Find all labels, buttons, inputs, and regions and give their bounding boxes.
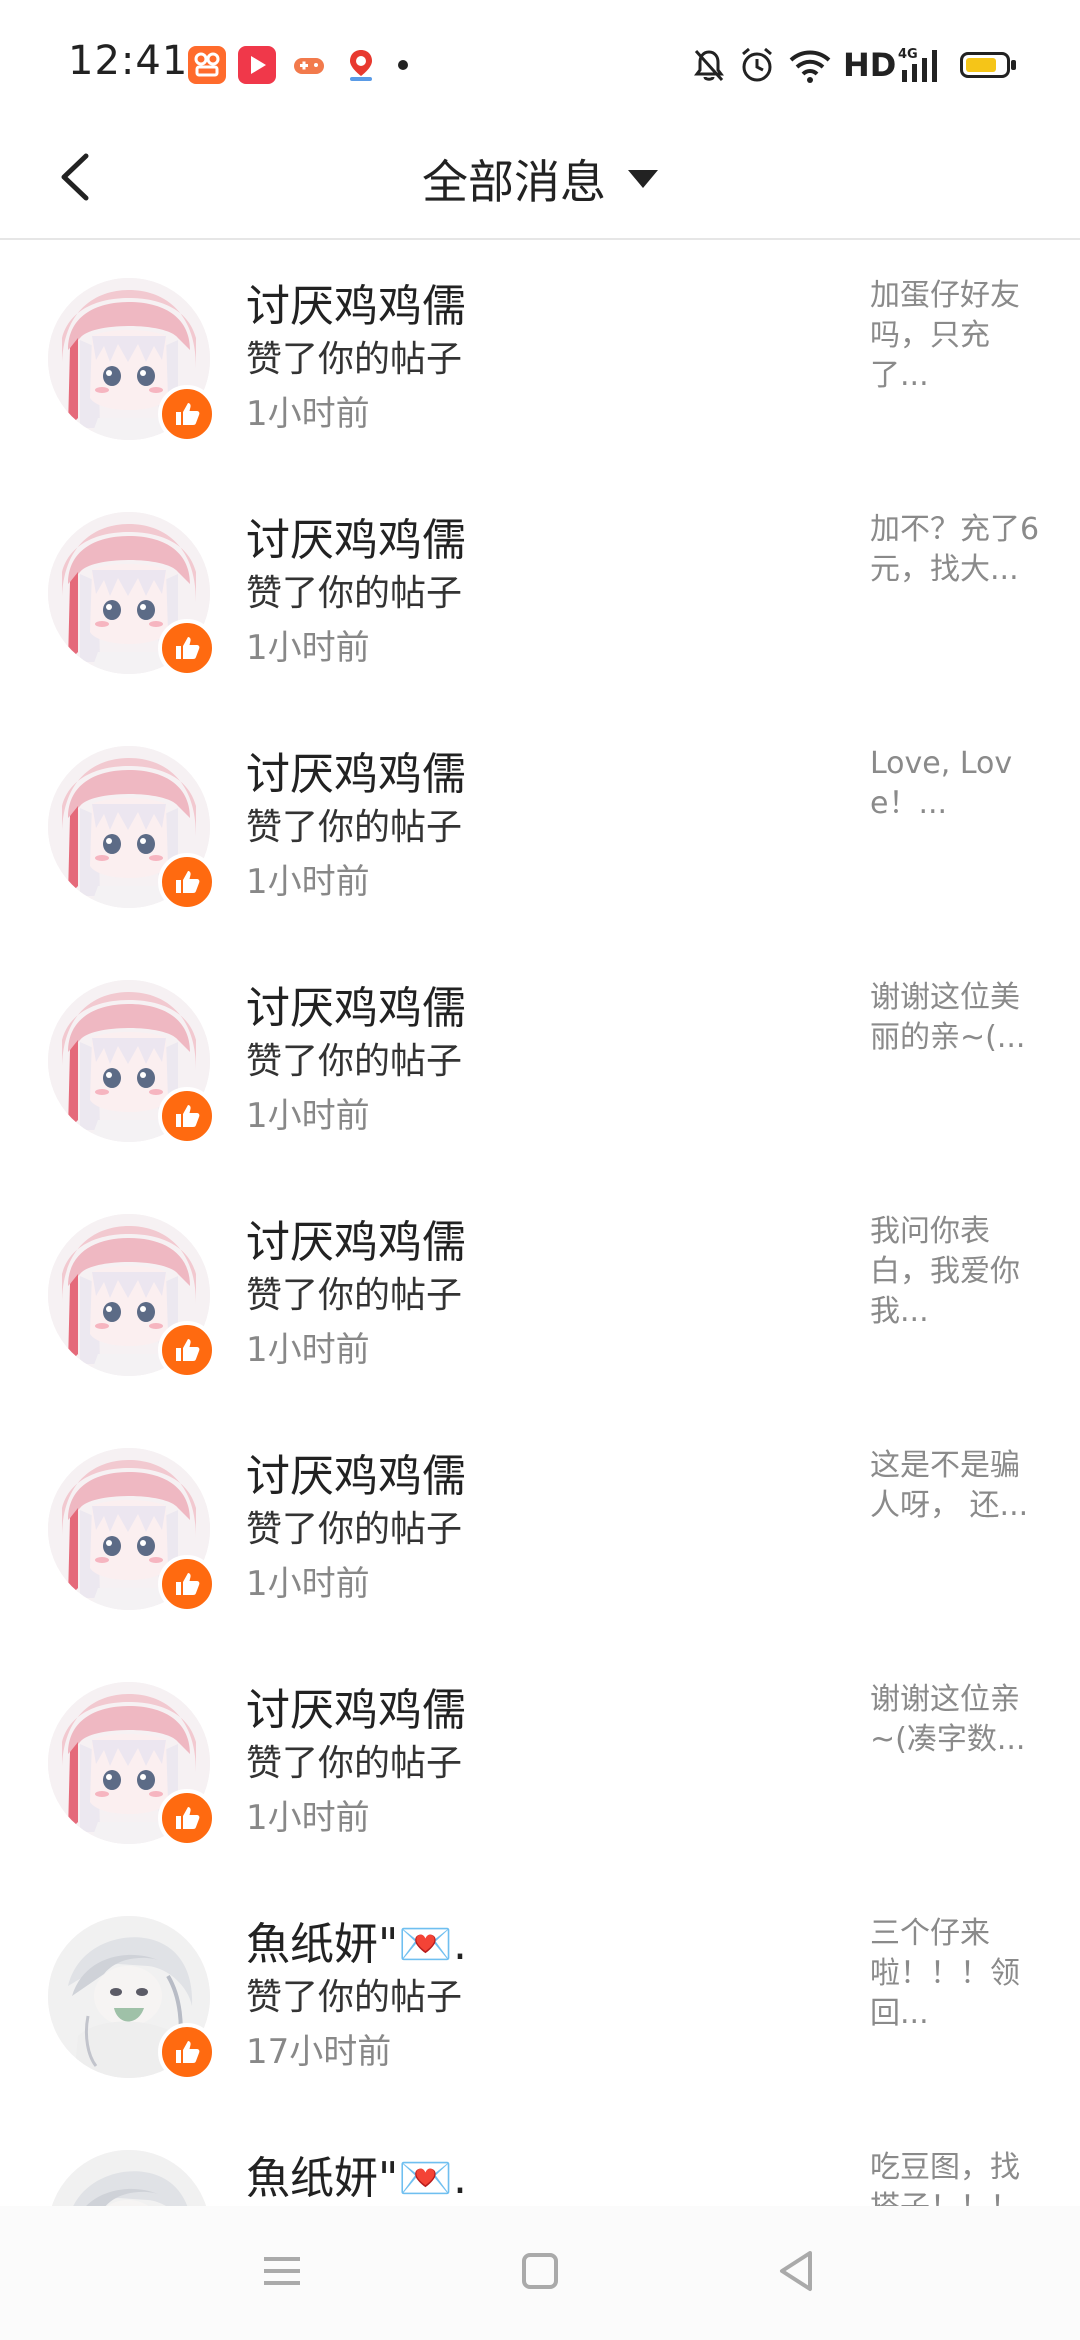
- svg-text:4G: 4G: [898, 47, 918, 62]
- sender-name: 讨厌鸡鸡儒: [246, 515, 466, 566]
- thumbs-up-icon: [158, 1087, 216, 1145]
- timestamp: 1小时前: [246, 862, 370, 902]
- thumbs-up-icon: [158, 619, 216, 677]
- sender-name: 讨厌鸡鸡儒: [246, 281, 466, 332]
- thumbs-up-icon: [158, 1321, 216, 1379]
- home-button[interactable]: [510, 2241, 570, 2301]
- menu-button[interactable]: [252, 2241, 312, 2301]
- post-preview[interactable]: 这是不是骗人呀， 还...: [870, 1446, 1040, 1526]
- thumbs-up-icon: [158, 1555, 216, 1613]
- timestamp: 17小时前: [246, 2032, 392, 2072]
- timestamp: 1小时前: [246, 394, 370, 434]
- game-icon: [290, 46, 328, 84]
- battery-icon: [960, 52, 1016, 78]
- thumbs-up-icon: [158, 385, 216, 443]
- top-bar: 全部消息: [0, 120, 1080, 240]
- system-nav-bar: [0, 2206, 1080, 2340]
- action-text: 赞了你的帖子: [246, 339, 463, 380]
- sender-name: 讨厌鸡鸡儒: [246, 749, 466, 800]
- action-text: 赞了你的帖子: [246, 573, 463, 614]
- action-text: 赞了你的帖子: [246, 1743, 463, 1784]
- avatar[interactable]: [48, 2150, 210, 2206]
- list-item[interactable]: 讨厌鸡鸡儒 赞了你的帖子 1小时前 Love, Love！...: [0, 708, 1080, 942]
- list-item[interactable]: 讨厌鸡鸡儒 赞了你的帖子 1小时前 加蛋仔好友吗，只充了...: [0, 240, 1080, 474]
- page-title: 全部消息: [422, 155, 606, 209]
- timestamp: 1小时前: [246, 628, 370, 668]
- video-app-icon: [238, 46, 276, 84]
- timestamp: 1小时前: [246, 1330, 370, 1370]
- alarm-icon: [738, 46, 776, 86]
- sender-name: 讨厌鸡鸡儒: [246, 1685, 466, 1736]
- list-item[interactable]: 讨厌鸡鸡儒 赞了你的帖子 1小时前 我问你表白，我爱你我...: [0, 1176, 1080, 1410]
- post-preview[interactable]: 谢谢这位亲~(凑字数...: [870, 1680, 1040, 1760]
- dot-icon: [398, 60, 408, 70]
- post-preview[interactable]: 谢谢这位美丽的亲~(...: [870, 978, 1040, 1058]
- caret-down-icon: [628, 170, 658, 188]
- signal-icon: 4G: [896, 46, 946, 86]
- post-preview[interactable]: 三个仔来啦！！！领回...: [870, 1914, 1040, 2034]
- bell-off-icon: [692, 46, 726, 86]
- list-item[interactable]: 讨厌鸡鸡儒 赞了你的帖子 1小时前 这是不是骗人呀， 还...: [0, 1410, 1080, 1644]
- status-bar: 12:41 HD 4G: [0, 0, 1080, 120]
- action-text: 赞了你的帖子: [246, 1041, 463, 1082]
- list-item[interactable]: 讨厌鸡鸡儒 赞了你的帖子 1小时前 加不？充了6元，找大...: [0, 474, 1080, 708]
- post-preview[interactable]: 加不？充了6元，找大...: [870, 510, 1040, 590]
- sender-name: 魚纸妍"💌.: [246, 2153, 468, 2204]
- post-preview[interactable]: Love, Love！...: [870, 744, 1040, 824]
- sender-name: 魚纸妍"💌.: [246, 1919, 468, 1970]
- thumbs-up-icon: [158, 2023, 216, 2081]
- list-item[interactable]: 魚纸妍"💌. 吃豆图，找搭子！！！: [0, 2112, 1080, 2206]
- list-item[interactable]: 魚纸妍"💌. 赞了你的帖子 17小时前 三个仔来啦！！！领回...: [0, 1878, 1080, 2112]
- post-preview[interactable]: 我问你表白，我爱你我...: [870, 1212, 1040, 1332]
- menu-icon: [264, 2257, 300, 2285]
- wifi-icon: [788, 46, 832, 86]
- timestamp: 1小时前: [246, 1798, 370, 1838]
- sender-name: 讨厌鸡鸡儒: [246, 1217, 466, 1268]
- home-square-icon: [522, 2253, 558, 2289]
- back-triangle-icon: [780, 2251, 812, 2291]
- post-preview[interactable]: 加蛋仔好友吗，只充了...: [870, 276, 1040, 396]
- thumbs-up-icon: [158, 1789, 216, 1847]
- post-preview[interactable]: 吃豆图，找搭子！！！: [870, 2148, 1040, 2206]
- action-text: 赞了你的帖子: [246, 807, 463, 848]
- network-label: HD: [843, 46, 897, 84]
- back-nav-button[interactable]: [766, 2241, 826, 2301]
- list-item[interactable]: 讨厌鸡鸡儒 赞了你的帖子 1小时前 谢谢这位美丽的亲~(...: [0, 942, 1080, 1176]
- action-text: 赞了你的帖子: [246, 1509, 463, 1550]
- sender-name: 讨厌鸡鸡儒: [246, 1451, 466, 1502]
- sender-name: 讨厌鸡鸡儒: [246, 983, 466, 1034]
- thumbs-up-icon: [158, 853, 216, 911]
- action-text: 赞了你的帖子: [246, 1977, 463, 2018]
- app-orange-icon: [188, 46, 226, 84]
- status-time: 12:41: [68, 38, 189, 84]
- list-item[interactable]: 讨厌鸡鸡儒 赞了你的帖子 1小时前 谢谢这位亲~(凑字数...: [0, 1644, 1080, 1878]
- timestamp: 1小时前: [246, 1096, 370, 1136]
- timestamp: 1小时前: [246, 1564, 370, 1604]
- message-list[interactable]: 讨厌鸡鸡儒 赞了你的帖子 1小时前 加蛋仔好友吗，只充了... 讨厌鸡鸡儒 赞了…: [0, 240, 1080, 2206]
- title-dropdown[interactable]: 全部消息: [0, 120, 1080, 238]
- action-text: 赞了你的帖子: [246, 1275, 463, 1316]
- map-pin-icon: [342, 46, 380, 84]
